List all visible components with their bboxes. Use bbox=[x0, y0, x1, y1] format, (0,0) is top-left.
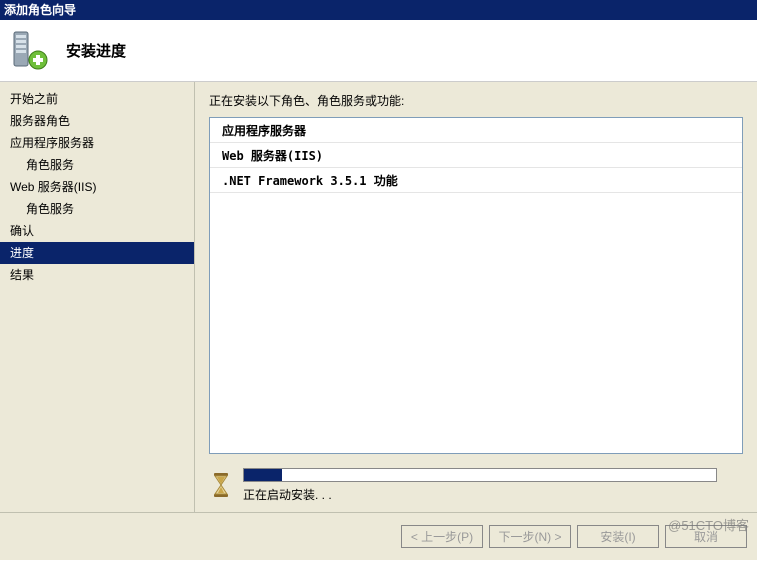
prev-button[interactable]: < 上一步(P) bbox=[401, 525, 483, 548]
next-button[interactable]: 下一步(N) > bbox=[489, 525, 571, 548]
sidebar-item-progress: 进度 bbox=[0, 242, 194, 264]
wizard-body: 开始之前 服务器角色 应用程序服务器 角色服务 Web 服务器(IIS) 角色服… bbox=[0, 82, 757, 512]
wizard-sidebar: 开始之前 服务器角色 应用程序服务器 角色服务 Web 服务器(IIS) 角色服… bbox=[0, 82, 195, 512]
cancel-button[interactable]: 取消 bbox=[665, 525, 747, 548]
sidebar-item-role-services-1: 角色服务 bbox=[0, 154, 194, 176]
sidebar-item-before-begin: 开始之前 bbox=[0, 88, 194, 110]
list-item: 应用程序服务器 bbox=[210, 118, 742, 143]
sidebar-item-role-services-2: 角色服务 bbox=[0, 198, 194, 220]
hourglass-icon bbox=[211, 472, 231, 498]
sidebar-item-results: 结果 bbox=[0, 264, 194, 286]
install-items-list: 应用程序服务器 Web 服务器(IIS) .NET Framework 3.5.… bbox=[209, 117, 743, 454]
progress-column: 正在启动安装. . . bbox=[243, 468, 743, 503]
sidebar-item-confirm: 确认 bbox=[0, 220, 194, 242]
main-pane: 正在安装以下角色、角色服务或功能: 应用程序服务器 Web 服务器(IIS) .… bbox=[195, 82, 757, 512]
sidebar-item-app-server: 应用程序服务器 bbox=[0, 132, 194, 154]
list-item: Web 服务器(IIS) bbox=[210, 143, 742, 168]
window-titlebar: 添加角色向导 bbox=[0, 0, 757, 20]
server-wizard-icon bbox=[8, 30, 48, 72]
sidebar-item-server-roles: 服务器角色 bbox=[0, 110, 194, 132]
progress-bar-fill bbox=[244, 469, 282, 481]
page-title: 安装进度 bbox=[66, 40, 126, 61]
instruction-text: 正在安装以下角色、角色服务或功能: bbox=[209, 92, 743, 109]
sidebar-item-web-server-iis: Web 服务器(IIS) bbox=[0, 176, 194, 198]
window-title: 添加角色向导 bbox=[4, 3, 76, 17]
progress-status-text: 正在启动安装. . . bbox=[243, 486, 743, 503]
progress-row: 正在启动安装. . . bbox=[209, 462, 743, 508]
wizard-button-bar: < 上一步(P) 下一步(N) > 安装(I) 取消 bbox=[0, 512, 757, 560]
list-item: .NET Framework 3.5.1 功能 bbox=[210, 168, 742, 193]
install-button[interactable]: 安装(I) bbox=[577, 525, 659, 548]
header-panel: 安装进度 bbox=[0, 20, 757, 82]
progress-bar bbox=[243, 468, 717, 482]
